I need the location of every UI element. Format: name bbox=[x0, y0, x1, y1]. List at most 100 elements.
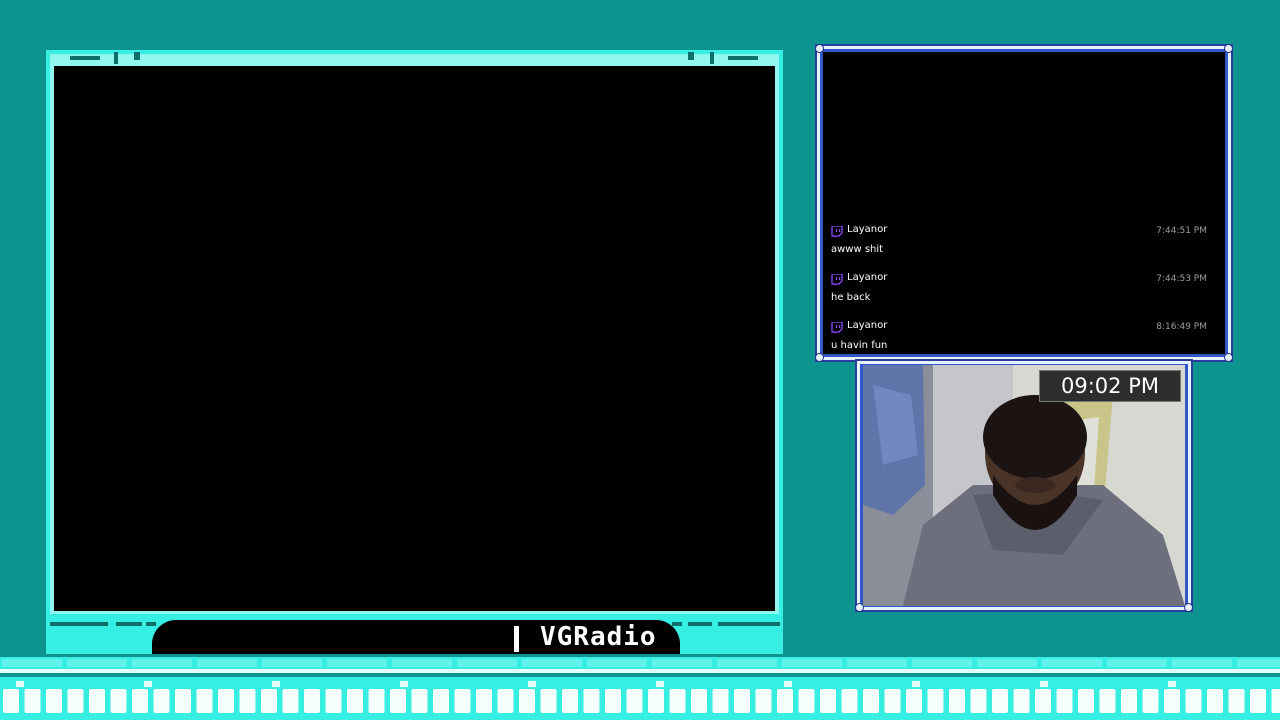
frame-notch bbox=[718, 622, 780, 626]
twitch-icon bbox=[831, 274, 843, 285]
rail-segment bbox=[457, 659, 517, 667]
chat-timestamp: 7:44:53 PM bbox=[1156, 274, 1207, 284]
rail-tile bbox=[927, 689, 944, 713]
rail-tile bbox=[755, 689, 772, 713]
chat-message-text: awww shit bbox=[831, 244, 884, 255]
rail-tile bbox=[261, 689, 277, 713]
rail-tile bbox=[46, 689, 62, 713]
chat-message-list: Layanor 7:44:51 PM awww shit Layanor 7:4… bbox=[823, 52, 1225, 354]
rail-tile bbox=[992, 689, 1008, 713]
rail-tile bbox=[110, 689, 127, 713]
rail-tile bbox=[132, 689, 148, 713]
rail-tile bbox=[282, 689, 299, 713]
ticker-label: VGRadio bbox=[540, 622, 657, 652]
rail-tile bbox=[196, 689, 213, 713]
rail-tile bbox=[562, 689, 578, 713]
rail-segment bbox=[782, 659, 842, 667]
rail-segment bbox=[262, 659, 322, 667]
rail-segment bbox=[2, 659, 62, 667]
frame-notch bbox=[710, 52, 714, 64]
rail-tile bbox=[669, 689, 686, 713]
rail-segment bbox=[847, 659, 907, 667]
rail-tile bbox=[89, 689, 105, 713]
chat-username: Layanor bbox=[847, 224, 888, 235]
rail-tile bbox=[1056, 689, 1073, 713]
rail-tile bbox=[347, 689, 363, 713]
chat-message-text: he back bbox=[831, 292, 871, 303]
rail-tab bbox=[784, 681, 792, 687]
rail-tile bbox=[175, 689, 191, 713]
frame-notch bbox=[728, 56, 758, 60]
rail-segment bbox=[197, 659, 257, 667]
rail-tile bbox=[1207, 689, 1223, 713]
frame-corner-rivet bbox=[1184, 603, 1193, 612]
rail-tile bbox=[411, 689, 428, 713]
ticker-divider bbox=[514, 626, 519, 652]
rail-segment bbox=[1237, 659, 1280, 667]
rail-tile bbox=[648, 689, 664, 713]
rail-tile bbox=[3, 689, 19, 713]
rail-tab bbox=[16, 681, 24, 687]
rail-segment bbox=[587, 659, 647, 667]
ticker-bar: VGRadio bbox=[152, 620, 680, 654]
rail-tile bbox=[583, 689, 600, 713]
stream-clock: 09:02 PM bbox=[1039, 370, 1181, 402]
rail-tab bbox=[528, 681, 536, 687]
rail-tile bbox=[1099, 689, 1116, 713]
rail-tile bbox=[1013, 689, 1030, 713]
rail-tile bbox=[368, 689, 385, 713]
rail-tile bbox=[777, 689, 793, 713]
frame-notch bbox=[70, 56, 100, 60]
rail-tile bbox=[1121, 689, 1137, 713]
rail-tile bbox=[1228, 689, 1245, 713]
rail-segment bbox=[522, 659, 582, 667]
rail-tile bbox=[734, 689, 750, 713]
rail-tile bbox=[476, 689, 492, 713]
frame-notch bbox=[688, 622, 712, 626]
rail-tab bbox=[1168, 681, 1176, 687]
rail-tile bbox=[304, 689, 320, 713]
rail-tab bbox=[400, 681, 408, 687]
rail-tile bbox=[325, 689, 342, 713]
rail-tile bbox=[67, 689, 84, 713]
rail-tile bbox=[949, 689, 965, 713]
frame-corner-rivet bbox=[815, 353, 824, 362]
rail-pattern bbox=[2, 659, 1280, 713]
rail-tab bbox=[656, 681, 664, 687]
rail-tile bbox=[691, 689, 707, 713]
rail-tile bbox=[454, 689, 471, 713]
rail-tile bbox=[1078, 689, 1094, 713]
rail-tile bbox=[218, 689, 234, 713]
frame-notch bbox=[688, 52, 694, 60]
chat-username: Layanor bbox=[847, 320, 888, 331]
game-frame-bottom-bar: VGRadio bbox=[46, 614, 783, 654]
rail-tile bbox=[1271, 689, 1280, 713]
game-capture-frame: VGRadio bbox=[46, 50, 783, 654]
frame-notch bbox=[672, 622, 682, 626]
twitch-icon bbox=[831, 226, 843, 237]
rail-tile bbox=[906, 689, 922, 713]
twitch-icon bbox=[831, 322, 843, 333]
rail-tile bbox=[712, 689, 729, 713]
rail-tile bbox=[1035, 689, 1051, 713]
chat-panel: Layanor 7:44:51 PM awww shit Layanor 7:4… bbox=[815, 44, 1233, 362]
rail-tile bbox=[820, 689, 836, 713]
game-capture-screen bbox=[54, 66, 775, 611]
frame-notch bbox=[114, 52, 118, 64]
rail-tab bbox=[272, 681, 280, 687]
rail-segment bbox=[1042, 659, 1102, 667]
rail-tab bbox=[912, 681, 920, 687]
rail-tile bbox=[626, 689, 643, 713]
rail-segment bbox=[132, 659, 192, 667]
frame-corner-rivet bbox=[1224, 44, 1233, 53]
rail-segment bbox=[1107, 659, 1167, 667]
rail-tile bbox=[153, 689, 170, 713]
chat-timestamp: 7:44:51 PM bbox=[1156, 226, 1207, 236]
rail-tile bbox=[24, 689, 41, 713]
rail-tile bbox=[970, 689, 987, 713]
rail-tile bbox=[1250, 689, 1266, 713]
rail-tile bbox=[519, 689, 535, 713]
rail-segment bbox=[717, 659, 777, 667]
rail-tile bbox=[605, 689, 621, 713]
bottom-rail bbox=[0, 655, 1280, 720]
